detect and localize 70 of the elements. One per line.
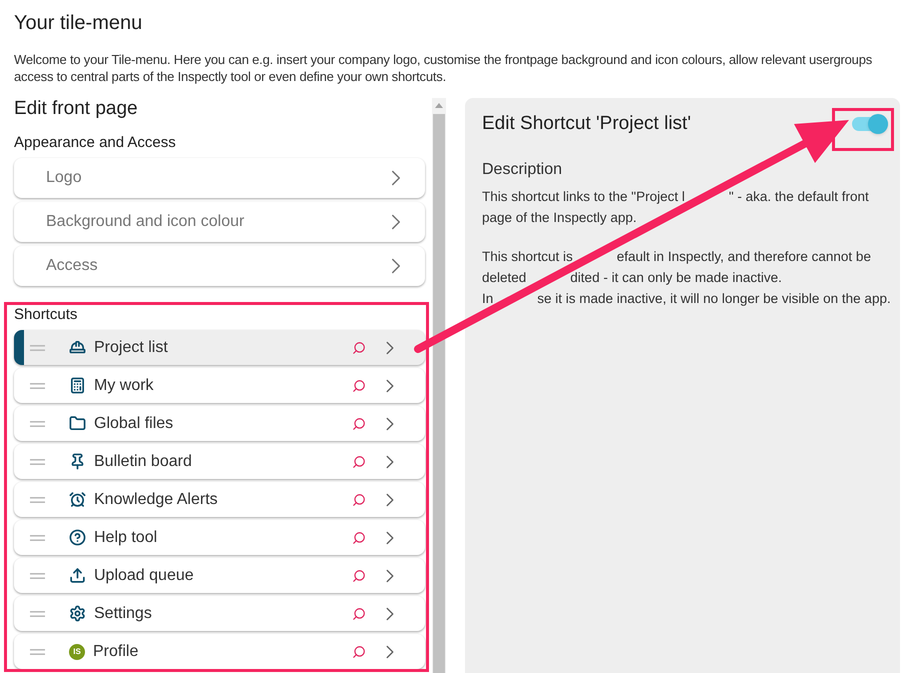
description-text: page of the Inspectly app. bbox=[482, 209, 637, 227]
calculator-icon bbox=[69, 377, 86, 394]
shortcut-item[interactable]: Global files bbox=[14, 406, 425, 441]
profile-badge-icon: IS bbox=[69, 644, 85, 660]
editor-title: Edit Shortcut 'Project list' bbox=[482, 112, 691, 136]
drag-handle-icon[interactable] bbox=[30, 344, 45, 350]
menu-item-label: Access bbox=[46, 256, 99, 276]
shortcut-label: Upload queue bbox=[94, 566, 194, 586]
shortcut-item[interactable]: Bulletin board bbox=[14, 444, 425, 479]
drag-handle-icon[interactable] bbox=[30, 382, 45, 388]
hard-hat-icon bbox=[69, 339, 86, 356]
search-icon[interactable] bbox=[352, 606, 366, 620]
shortcut-label: Help tool bbox=[94, 528, 158, 548]
description-text: deleted bbox=[482, 269, 526, 287]
drag-handle-icon[interactable] bbox=[30, 458, 45, 464]
active-toggle[interactable] bbox=[852, 117, 888, 131]
search-icon[interactable] bbox=[352, 378, 366, 392]
description-text: This shortcut is bbox=[482, 248, 573, 266]
description-text: se it is made inactive, it will no longer be visible on the app. bbox=[537, 290, 891, 308]
shortcut-label: Profile bbox=[93, 642, 138, 662]
scrollbar-thumb[interactable] bbox=[433, 114, 445, 673]
menu-item-label: Background and icon colour bbox=[46, 212, 246, 232]
shortcut-label: Global files bbox=[94, 414, 174, 434]
group-heading: Shortcuts bbox=[14, 306, 78, 324]
description-text: This shortcut links to the "Project l bbox=[482, 188, 685, 206]
scrollbar[interactable] bbox=[432, 98, 446, 673]
search-icon[interactable] bbox=[352, 454, 366, 468]
description-text: In bbox=[482, 290, 494, 308]
search-icon[interactable] bbox=[352, 416, 366, 430]
shortcut-label: Settings bbox=[94, 604, 152, 624]
shortcut-label: Project list bbox=[94, 338, 168, 358]
description-text: dited - it can only be made inactive. bbox=[570, 269, 782, 287]
page-title: Your tile-menu bbox=[14, 11, 144, 35]
shortcut-item[interactable]: Help tool bbox=[14, 520, 425, 555]
pin-icon bbox=[69, 453, 86, 470]
help-icon bbox=[69, 529, 86, 546]
drag-handle-icon[interactable] bbox=[30, 610, 45, 616]
shortcut-label: My work bbox=[94, 376, 154, 396]
section-title: Edit front page bbox=[14, 98, 139, 120]
drag-handle-icon[interactable] bbox=[30, 534, 45, 540]
search-icon[interactable] bbox=[352, 340, 366, 354]
shortcut-item[interactable]: Project list bbox=[14, 330, 425, 365]
group-heading: Appearance and Access bbox=[14, 134, 177, 152]
shortcut-label: Bulletin board bbox=[94, 452, 192, 472]
settings-icon bbox=[69, 605, 86, 622]
menu-item[interactable]: Logo bbox=[14, 158, 425, 198]
search-icon[interactable] bbox=[352, 492, 366, 506]
description-heading: Description bbox=[482, 160, 564, 180]
shortcut-label: Knowledge Alerts bbox=[94, 490, 218, 510]
folder-icon bbox=[69, 415, 86, 432]
shortcut-item[interactable]: Upload queue bbox=[14, 558, 425, 593]
shortcut-item[interactable]: My work bbox=[14, 368, 425, 403]
alarm-clock-icon bbox=[69, 491, 86, 508]
drag-handle-icon[interactable] bbox=[30, 572, 45, 578]
description-text: " - aka. the default front bbox=[728, 188, 869, 206]
upload-icon bbox=[69, 567, 86, 584]
shortcut-item[interactable]: Settings bbox=[14, 596, 425, 631]
search-icon[interactable] bbox=[352, 644, 366, 658]
menu-item[interactable]: Background and icon colour bbox=[14, 202, 425, 242]
shortcut-item[interactable]: Knowledge Alerts bbox=[14, 482, 425, 517]
shortcut-item[interactable]: IS Profile bbox=[14, 634, 425, 669]
search-icon[interactable] bbox=[352, 568, 366, 582]
intro-text: Welcome to your Tile-menu. Here you can e.g. insert your company logo, customise the frontpage background and icon colours, allow relevant usergroups access to central parts of the Inspectly tool or even define your own shortcuts. bbox=[14, 51, 874, 85]
menu-item-label: Logo bbox=[46, 168, 83, 188]
drag-handle-icon[interactable] bbox=[30, 648, 45, 654]
menu-item[interactable]: Access bbox=[14, 246, 425, 286]
search-icon[interactable] bbox=[352, 530, 366, 544]
description-text: efault in Inspectly, and therefore cannot be bbox=[616, 248, 871, 266]
drag-handle-icon[interactable] bbox=[30, 420, 45, 426]
drag-handle-icon[interactable] bbox=[30, 496, 45, 502]
